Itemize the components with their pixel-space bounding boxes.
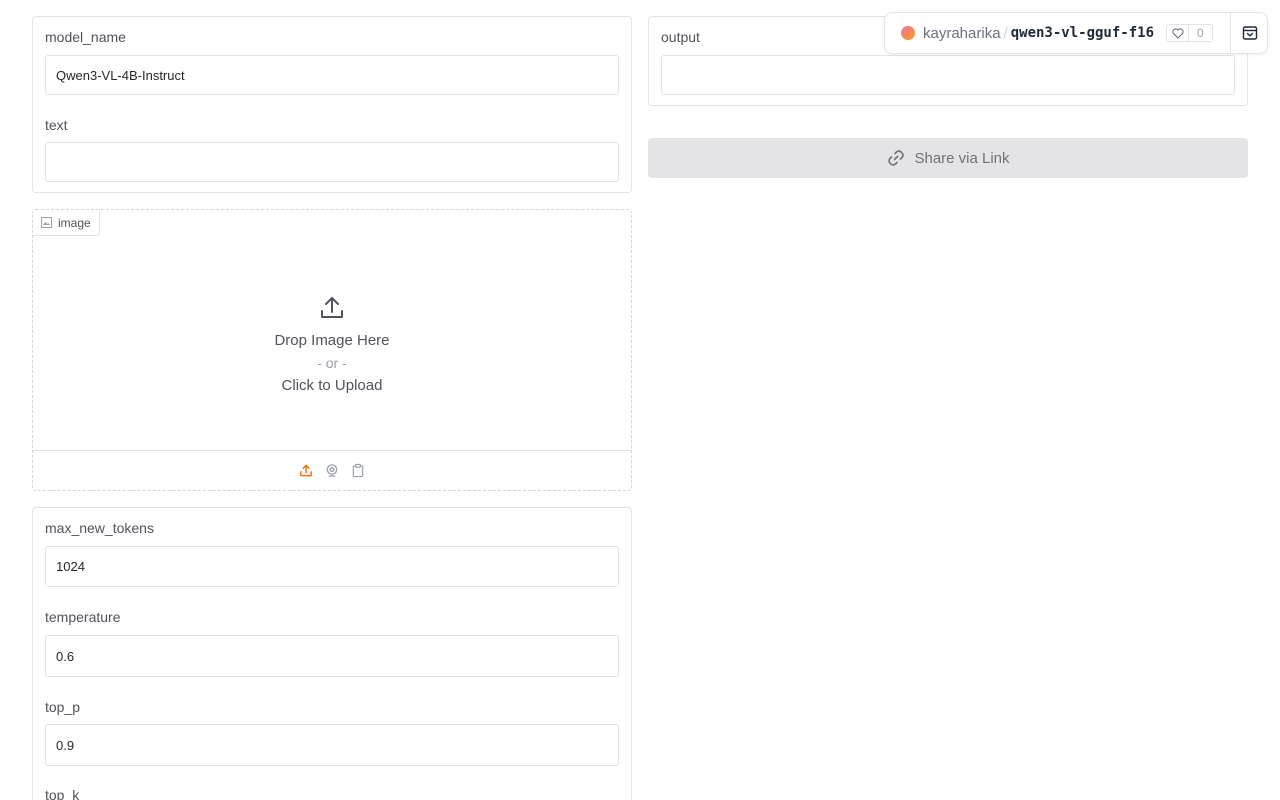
like-count: 0 (1197, 26, 1204, 40)
image-drop-zone[interactable]: Drop Image Here - or - Click to Upload (33, 236, 631, 451)
click-to-upload-text: Click to Upload (281, 376, 383, 394)
max-new-tokens-label: max_new_tokens (45, 520, 154, 536)
max-new-tokens-input[interactable]: 1024 (45, 546, 619, 587)
top-k-label: top_k (45, 787, 80, 800)
model-name-input[interactable]: Qwen3-VL-4B-Instruct (45, 55, 619, 95)
image-upload: image Drop Image Here - or - Click to Up… (32, 209, 632, 491)
like-button[interactable] (1167, 25, 1190, 41)
webcam-source-button[interactable] (325, 464, 339, 478)
share-via-link-button[interactable]: Share via Link (648, 138, 1248, 178)
text-label: text (45, 117, 68, 133)
image-label: image (58, 215, 91, 230)
clipboard-icon (352, 463, 364, 478)
temperature-input[interactable]: 0.6 (45, 635, 619, 677)
model-name-label: model_name (45, 29, 126, 45)
clipboard-source-button[interactable] (351, 463, 365, 478)
upload-icon (300, 464, 312, 477)
or-text: - or - (317, 354, 347, 371)
top-p-label: top_p (45, 699, 81, 715)
space-owner[interactable]: kayraharika (923, 25, 1001, 42)
image-label-tag: image (33, 210, 100, 236)
drop-image-text: Drop Image Here (274, 331, 390, 349)
image-icon (41, 217, 52, 228)
collapse-icon (1242, 26, 1257, 40)
inputs-panel: model_name Qwen3-VL-4B-Instruct text (32, 16, 632, 193)
collapse-header-button[interactable] (1231, 13, 1268, 53)
space-repo-name[interactable]: qwen3-vl-gguf-f16 (1011, 25, 1154, 41)
params-panel: max_new_tokens 1024 temperature 0.6 top_… (32, 507, 632, 800)
image-source-toolbar (33, 450, 631, 490)
upload-icon (321, 296, 343, 318)
like-widget: 0 (1166, 24, 1213, 42)
text-input[interactable] (45, 142, 619, 182)
output-textbox[interactable] (661, 55, 1235, 95)
link-icon (888, 150, 905, 166)
heart-icon (1171, 27, 1184, 39)
upload-source-button[interactable] (299, 464, 313, 478)
temperature-label: temperature (45, 609, 121, 625)
webcam-icon (326, 464, 338, 477)
top-p-input[interactable]: 0.9 (45, 724, 619, 766)
space-header: kayraharika / qwen3-vl-gguf-f16 0 (884, 12, 1268, 54)
avatar[interactable] (901, 26, 915, 40)
share-label: Share via Link (914, 149, 1010, 167)
output-label: output (661, 29, 700, 45)
path-separator: / (1003, 24, 1008, 42)
